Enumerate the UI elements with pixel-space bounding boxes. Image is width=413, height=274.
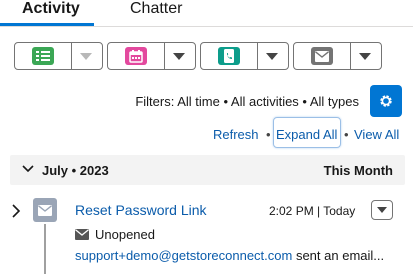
tab-chatter[interactable]: Chatter <box>130 0 182 18</box>
new-task-dropdown <box>70 43 102 69</box>
tab-bar: Activity Chatter <box>0 0 413 27</box>
log-call-button-group <box>200 42 289 70</box>
email-status: Unopened <box>75 227 155 242</box>
activity-description: support+demo@getstoreconnect.com sent an… <box>75 248 384 263</box>
chevron-down-icon <box>22 165 34 173</box>
sender-email-link[interactable]: support+demo@getstoreconnect.com <box>75 248 292 263</box>
expand-all-link[interactable]: Expand All <box>276 127 337 142</box>
email-status-label: Unopened <box>95 227 155 242</box>
timeline-settings-button[interactable] <box>370 85 402 117</box>
task-icon <box>32 47 54 65</box>
filters-summary: Filters: All time • All activities • All… <box>135 94 359 109</box>
send-email-button[interactable] <box>294 43 351 69</box>
activity-time: 2:02 PM | Today <box>269 204 356 218</box>
chevron-down-icon <box>377 207 387 213</box>
activity-title-link[interactable]: Reset Password Link <box>75 202 207 218</box>
new-event-button[interactable] <box>108 43 165 69</box>
new-event-button-group <box>107 42 196 70</box>
chevron-down-icon <box>173 52 185 60</box>
chevron-down-icon <box>266 52 278 60</box>
log-call-icon <box>218 47 240 65</box>
chevron-down-icon <box>359 52 371 60</box>
event-calendar-icon <box>125 47 147 65</box>
month-right-label: This Month <box>323 163 393 178</box>
new-event-dropdown[interactable] <box>163 43 195 69</box>
separator: • <box>266 127 271 142</box>
month-group-header[interactable]: July • 2023 This Month <box>10 155 405 185</box>
send-email-button-group <box>293 42 382 70</box>
log-call-button[interactable] <box>201 43 258 69</box>
gear-icon <box>380 95 392 107</box>
new-task-button[interactable] <box>15 43 72 69</box>
chevron-right-icon[interactable] <box>10 203 22 219</box>
send-email-dropdown[interactable] <box>349 43 381 69</box>
separator: • <box>344 127 349 142</box>
email-icon <box>311 47 333 65</box>
envelope-icon <box>75 229 89 240</box>
chevron-down-icon <box>80 52 92 60</box>
refresh-link[interactable]: Refresh <box>213 127 259 142</box>
activity-menu-button[interactable] <box>371 200 393 220</box>
tab-activity[interactable]: Activity <box>22 0 80 18</box>
timeline-line <box>44 224 46 274</box>
month-label: July • 2023 <box>42 163 109 178</box>
new-task-button-group <box>14 42 103 70</box>
view-all-link[interactable]: View All <box>354 127 399 142</box>
active-tab-indicator <box>0 23 94 26</box>
log-call-dropdown[interactable] <box>256 43 288 69</box>
activity-summary: sent an email... <box>292 248 385 263</box>
email-icon <box>33 198 57 222</box>
